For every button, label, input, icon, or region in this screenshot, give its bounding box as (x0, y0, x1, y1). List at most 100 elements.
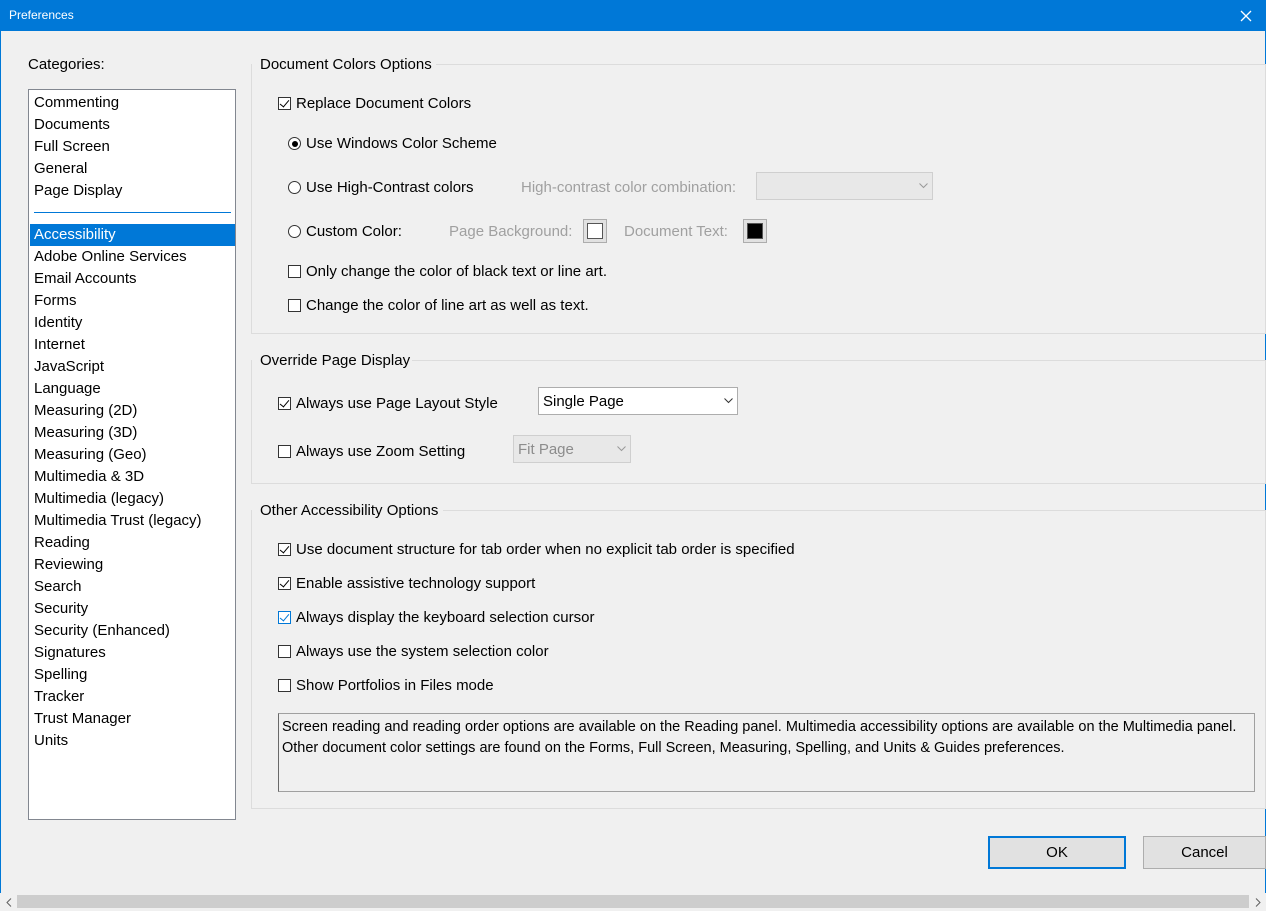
scroll-left-icon[interactable] (0, 893, 17, 911)
tab-order-label: Use document structure for tab order whe… (296, 541, 795, 558)
zoom-setting-checkbox[interactable] (278, 445, 291, 458)
assistive-tech-option[interactable]: Enable assistive technology support (278, 575, 535, 592)
category-item-email-accounts[interactable]: Email Accounts (30, 268, 235, 290)
page-background-label: Page Background: (449, 223, 573, 240)
doc-colors-group-line (436, 64, 1266, 65)
scroll-right-icon[interactable] (1249, 893, 1266, 911)
layout-style-checkbox[interactable] (278, 397, 291, 410)
line-art-option[interactable]: Change the color of line art as well as … (288, 297, 589, 314)
category-item-measuring-geo[interactable]: Measuring (Geo) (30, 444, 235, 466)
other-options-group-line (443, 510, 1266, 511)
high-contrast-radio[interactable] (288, 181, 301, 194)
system-selection-label: Always use the system selection color (296, 643, 549, 660)
category-item-full-screen[interactable]: Full Screen (30, 136, 235, 158)
horizontal-scrollbar[interactable] (0, 893, 1266, 911)
category-item-forms[interactable]: Forms (30, 290, 235, 312)
category-item-multimedia-legacy[interactable]: Multimedia (legacy) (30, 488, 235, 510)
category-item-general[interactable]: General (30, 158, 235, 180)
tab-order-option[interactable]: Use document structure for tab order whe… (278, 541, 795, 558)
portfolios-checkbox[interactable] (278, 679, 291, 692)
category-item-reading[interactable]: Reading (30, 532, 235, 554)
window-title: Preferences (9, 8, 74, 22)
line-art-label: Change the color of line art as well as … (306, 297, 589, 314)
tab-order-checkbox[interactable] (278, 543, 291, 556)
document-text-color (747, 223, 763, 239)
category-item-multimedia-3d[interactable]: Multimedia & 3D (30, 466, 235, 488)
windows-scheme-label: Use Windows Color Scheme (306, 135, 497, 152)
category-item-units[interactable]: Units (30, 730, 235, 752)
page-background-swatch[interactable] (583, 219, 607, 243)
override-group-line (412, 360, 1266, 361)
hc-combination-label: High-contrast color combination: (521, 179, 737, 196)
replace-colors-option[interactable]: Replace Document Colors (278, 95, 471, 112)
category-item-measuring-3d[interactable]: Measuring (3D) (30, 422, 235, 444)
assistive-tech-checkbox[interactable] (278, 577, 291, 590)
page-background-color (587, 223, 603, 239)
category-item-identity[interactable]: Identity (30, 312, 235, 334)
layout-style-dropdown[interactable]: Single Page (538, 387, 738, 415)
chevron-down-icon (719, 388, 737, 414)
high-contrast-option[interactable]: Use High-Contrast colors (288, 179, 474, 196)
line-art-checkbox[interactable] (288, 299, 301, 312)
ok-button[interactable]: OK (988, 836, 1126, 869)
system-selection-option[interactable]: Always use the system selection color (278, 643, 549, 660)
document-text-label: Document Text: (624, 223, 728, 240)
scrollbar-thumb[interactable] (17, 895, 1249, 908)
layout-style-value: Single Page (543, 392, 624, 410)
category-item-reviewing[interactable]: Reviewing (30, 554, 235, 576)
category-item-signatures[interactable]: Signatures (30, 642, 235, 664)
assistive-tech-label: Enable assistive technology support (296, 575, 536, 592)
windows-scheme-radio[interactable] (288, 137, 301, 150)
category-item-search[interactable]: Search (30, 576, 235, 598)
override-group (251, 360, 1266, 484)
info-text-box: Screen reading and reading order options… (278, 713, 1255, 792)
keyboard-cursor-label: Always display the keyboard selection cu… (296, 609, 595, 626)
cancel-button[interactable]: Cancel (1143, 836, 1266, 869)
document-text-swatch[interactable] (743, 219, 767, 243)
replace-colors-checkbox[interactable] (278, 97, 291, 110)
chevron-down-icon (914, 173, 932, 199)
window-border-left (0, 31, 1, 911)
only-black-checkbox[interactable] (288, 265, 301, 278)
windows-scheme-option[interactable]: Use Windows Color Scheme (288, 135, 497, 152)
zoom-setting-dropdown[interactable]: Fit Page (513, 435, 631, 463)
category-item-commenting[interactable]: Commenting (30, 92, 235, 114)
category-item-trust-manager[interactable]: Trust Manager (30, 708, 235, 730)
category-item-security-enhanced[interactable]: Security (Enhanced) (30, 620, 235, 642)
custom-color-option[interactable]: Custom Color: (288, 223, 402, 240)
category-item-spelling[interactable]: Spelling (30, 664, 235, 686)
zoom-setting-label: Always use Zoom Setting (296, 443, 466, 460)
category-item-javascript[interactable]: JavaScript (30, 356, 235, 378)
high-contrast-label: Use High-Contrast colors (306, 179, 474, 196)
category-item-adobe-online-services[interactable]: Adobe Online Services (30, 246, 235, 268)
other-options-title: Other Accessibility Options (260, 502, 439, 519)
only-black-option[interactable]: Only change the color of black text or l… (288, 263, 607, 280)
close-icon[interactable] (1226, 0, 1266, 31)
category-item-measuring-2d[interactable]: Measuring (2D) (30, 400, 235, 422)
override-title: Override Page Display (260, 352, 411, 369)
category-item-multimedia-trust-legacy[interactable]: Multimedia Trust (legacy) (30, 510, 235, 532)
zoom-setting-value: Fit Page (518, 440, 574, 458)
doc-colors-title: Document Colors Options (260, 56, 432, 73)
hc-combination-dropdown[interactable] (756, 172, 933, 200)
category-item-tracker[interactable]: Tracker (30, 686, 235, 708)
custom-color-radio[interactable] (288, 225, 301, 238)
portfolios-option[interactable]: Show Portfolios in Files mode (278, 677, 494, 694)
only-black-label: Only change the color of black text or l… (306, 263, 607, 280)
category-item-documents[interactable]: Documents (30, 114, 235, 136)
layout-style-option[interactable]: Always use Page Layout Style (278, 395, 498, 412)
category-separator (34, 212, 231, 213)
category-item-security[interactable]: Security (30, 598, 235, 620)
zoom-setting-option[interactable]: Always use Zoom Setting (278, 443, 465, 460)
categories-label: Categories: (28, 56, 105, 73)
category-item-language[interactable]: Language (30, 378, 235, 400)
category-item-page-display[interactable]: Page Display (30, 180, 235, 202)
keyboard-cursor-option[interactable]: Always display the keyboard selection cu… (278, 609, 594, 626)
portfolios-label: Show Portfolios in Files mode (296, 677, 494, 694)
category-item-internet[interactable]: Internet (30, 334, 235, 356)
keyboard-cursor-checkbox[interactable] (278, 611, 291, 624)
system-selection-checkbox[interactable] (278, 645, 291, 658)
replace-colors-label: Replace Document Colors (296, 95, 472, 112)
category-item-accessibility[interactable]: Accessibility (30, 224, 235, 246)
categories-list[interactable]: Commenting Documents Full Screen General… (28, 89, 236, 820)
